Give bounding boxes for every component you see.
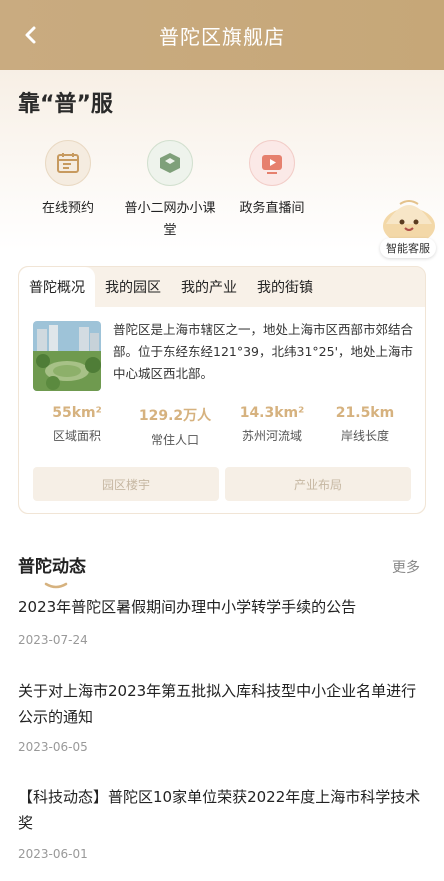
stat-river-basin: 14.3km² 苏州河流域 [226, 405, 318, 444]
section-title: 靠“普”服 [18, 92, 113, 117]
tab-my-street[interactable]: 我的街镇 [247, 267, 323, 307]
news-item-date: 2023-06-01 [18, 847, 88, 861]
district-photo [33, 321, 101, 391]
overview-body: 普陀区是上海市辖区之一，地处上海市区西部市郊结合部。位于东经东经121°39，北… [19, 307, 425, 513]
chevron-left-icon [25, 26, 36, 44]
service-label: 政务直播间 [239, 201, 305, 216]
stat-shoreline: 21.5km 岸线长度 [319, 405, 411, 444]
video-play-icon [249, 140, 295, 186]
news-item-date: 2023-06-05 [18, 740, 88, 754]
back-button[interactable] [16, 20, 46, 50]
stat-label: 岸线长度 [340, 429, 389, 443]
district-description: 普陀区是上海市辖区之一，地处上海市区西部市郊结合部。位于东经东经121°39，北… [113, 322, 414, 381]
news-item-title[interactable]: 【科技动态】普陀区10家单位荣获2022年度上海市科学技术奖 [18, 784, 426, 836]
app-header: 普陀区旗舰店 [0, 0, 444, 70]
assistant-label[interactable]: 智能客服 [380, 238, 436, 258]
tab-my-industry[interactable]: 我的产业 [171, 267, 247, 307]
stat-value: 129.2万人 [138, 408, 212, 424]
title-underline-icon [44, 582, 68, 589]
stat-value: 55km² [52, 405, 102, 421]
stat-population: 129.2万人 常住人口 [129, 405, 221, 448]
service-label: 普小二网办小课堂 [124, 201, 216, 238]
classroom-icon [147, 140, 193, 186]
park-buildings-button[interactable]: 园区楼宇 [33, 467, 219, 501]
overview-card: 普陀概况 我的园区 我的产业 我的街镇 普陀区是上海市辖区之一，地处上海市区西部… [18, 266, 426, 514]
stat-value: 21.5km [335, 405, 395, 421]
news-item-date: 2023-07-24 [18, 633, 88, 647]
tab-overview[interactable]: 普陀概况 [19, 267, 95, 307]
tab-bar: 普陀概况 我的园区 我的产业 我的街镇 [19, 267, 425, 307]
news-item-title[interactable]: 2023年普陀区暑假期间办理中小学转学手续的公告 [18, 594, 426, 620]
dumpling-mascot-icon [383, 200, 435, 244]
news-item-title[interactable]: 关于对上海市2023年第五批拟入库科技型中小企业名单进行公示的通知 [18, 678, 426, 730]
page-title: 普陀区旗舰店 [159, 24, 285, 49]
service-live-stream[interactable]: 政务直播间 [212, 140, 332, 220]
industry-layout-button[interactable]: 产业布局 [225, 467, 411, 501]
stat-area: 55km² 区域面积 [31, 405, 123, 444]
stat-label: 区域面积 [52, 429, 101, 443]
news-section-title: 普陀动态 [18, 557, 86, 577]
stat-label: 苏州河流域 [241, 429, 302, 443]
more-link[interactable]: 更多 [392, 557, 420, 577]
stat-label: 常住人口 [150, 433, 199, 447]
tab-my-park[interactable]: 我的园区 [95, 267, 171, 307]
stat-value: 14.3km² [239, 405, 305, 421]
calendar-icon [45, 140, 91, 186]
